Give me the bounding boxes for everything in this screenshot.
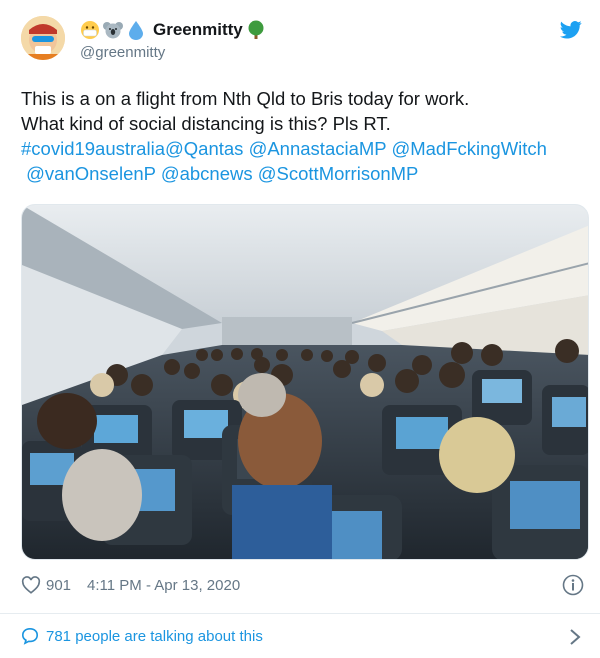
chevron-right-icon[interactable]: [568, 627, 582, 647]
mention-link[interactable]: @ScottMorrisonMP: [258, 163, 419, 184]
tree-icon: [248, 20, 264, 39]
tweet-text: This is a on a flight from Nth Qld to Br…: [21, 86, 591, 186]
face-with-mask-icon: [81, 21, 99, 39]
mention-link[interactable]: @Qantas: [165, 138, 243, 159]
mention-link[interactable]: @MadFckingWitch: [391, 138, 547, 159]
tweet-text-line-2: What kind of social distancing is this? …: [21, 113, 391, 134]
divider: [0, 613, 600, 614]
tweet-text-line-4: @vanOnselenP @abcnews @ScottMorrisonMP: [21, 161, 591, 186]
timestamp[interactable]: 4:11 PM - Apr 13, 2020: [87, 577, 240, 594]
info-icon[interactable]: [562, 574, 584, 596]
mention-link[interactable]: @vanOnselenP: [26, 163, 156, 184]
like-count[interactable]: 901: [46, 577, 71, 594]
hashtag-link[interactable]: #covid19australia: [21, 138, 165, 159]
avatar[interactable]: [21, 16, 65, 60]
twitter-bird-icon[interactable]: [560, 20, 582, 40]
conversation-link[interactable]: 781 people are talking about this: [21, 627, 263, 645]
reply-bubble-icon: [21, 627, 39, 645]
airplane-cabin-photo: [22, 205, 588, 559]
talking-text[interactable]: 781 people are talking about this: [46, 628, 263, 645]
avatar-image: [21, 16, 65, 60]
tweet-text-line-3: #covid19australia@Qantas @AnnastaciaMP @…: [21, 136, 591, 161]
mention-link[interactable]: @abcnews: [161, 163, 253, 184]
tweet-text-line-1: This is a on a flight from Nth Qld to Br…: [21, 88, 470, 109]
display-name[interactable]: Greenmitty: [153, 20, 243, 40]
user-handle[interactable]: @greenmitty: [80, 44, 165, 61]
koala-icon: [103, 22, 123, 39]
heart-icon[interactable]: [21, 576, 41, 594]
tweet-meta: 901 4:11 PM - Apr 13, 2020: [21, 576, 240, 594]
droplet-icon: [129, 21, 143, 40]
tweet-photo[interactable]: [21, 204, 589, 560]
mention-link[interactable]: @AnnastaciaMP: [249, 138, 387, 159]
user-name-row[interactable]: Greenmitty: [80, 20, 266, 40]
tweet-card: Greenmitty @greenmitty This is a on a fl…: [0, 0, 600, 658]
